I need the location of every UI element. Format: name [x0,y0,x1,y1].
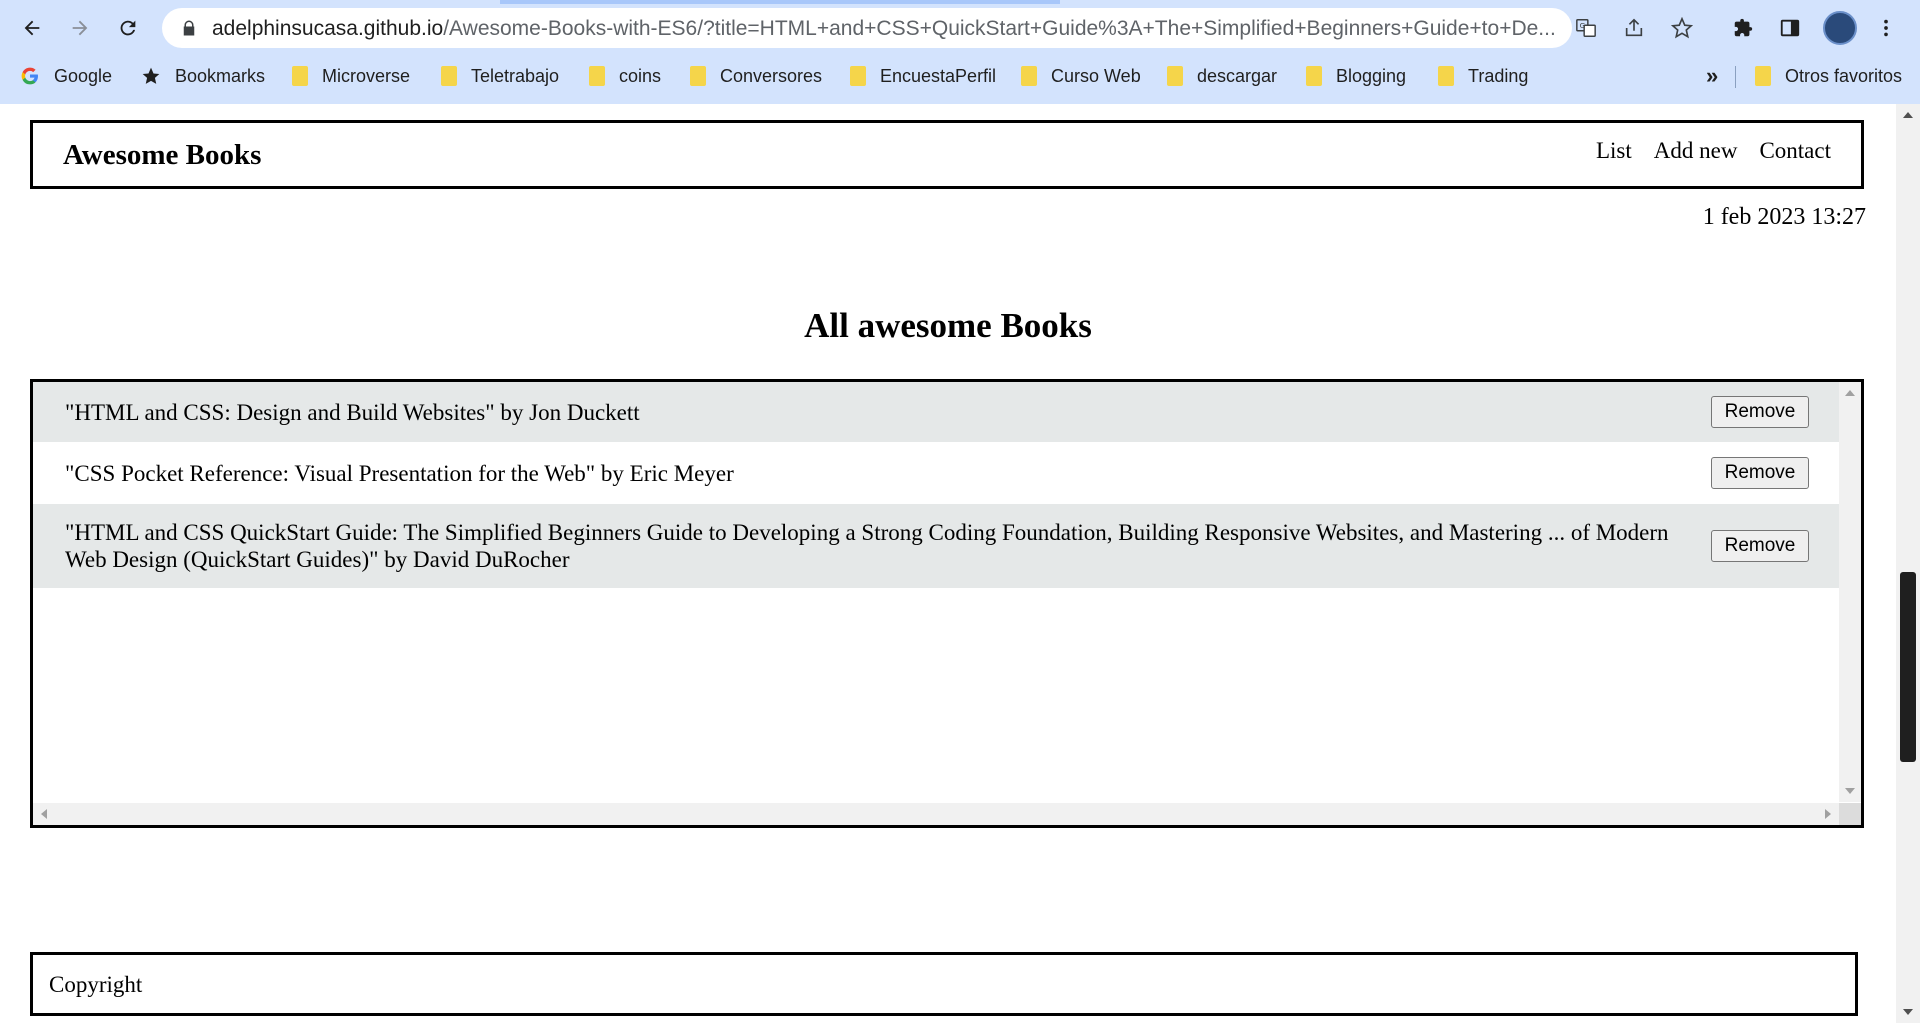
menu-kebab-icon[interactable] [1870,12,1902,44]
address-bar[interactable]: adelphinsucasa.github.io/Awesome-Books-w… [162,8,1572,48]
bookmark-folder-teletrabajo[interactable]: Teletrabajo [441,62,559,90]
bookmark-label: Curso Web [1051,65,1141,86]
page-vertical-scrollbar[interactable] [1896,104,1920,1023]
side-panel-icon[interactable] [1774,12,1806,44]
bookmark-label: EncuestaPerfil [880,65,997,86]
back-button[interactable] [14,10,50,46]
book-title: "HTML and CSS QuickStart Guide: The Simp… [65,520,1669,572]
bookmark-folder-curso-web[interactable]: Curso Web [1021,62,1141,90]
reload-icon [120,20,136,36]
book-list-horizontal-scrollbar[interactable] [33,803,1839,825]
folder-icon [441,66,457,86]
remove-button[interactable]: Remove [1711,457,1809,489]
browser-chrome: adelphinsucasa.github.io/Awesome-Books-w… [0,0,1920,104]
bookmark-label: descargar [1197,65,1278,86]
folder-icon [1438,66,1454,86]
bookmarks-divider [1735,66,1736,88]
reload-button[interactable] [110,10,146,46]
google-icon [21,67,38,85]
bookmark-google[interactable]: Google [20,62,112,90]
folder-icon [1167,66,1183,86]
profile-avatar[interactable] [1823,11,1857,45]
star-icon [142,67,160,84]
nav-link-contact[interactable]: Contact [1759,138,1831,164]
bookmark-label: Blogging [1336,65,1407,86]
forward-arrow-icon [72,20,88,36]
back-arrow-icon [24,20,40,36]
site-brand: Awesome Books [63,139,262,171]
bookmark-folder-conversores[interactable]: Conversores [690,62,822,90]
bookmark-folder-blogging[interactable]: Blogging [1306,62,1406,90]
extensions-puzzle-icon[interactable] [1727,12,1759,44]
nav-link-list[interactable]: List [1596,138,1632,164]
bookmark-folder-descargar[interactable]: descargar [1167,62,1277,90]
folder-icon [1755,66,1771,86]
page-content: Awesome Books List Add new Contact 1 feb… [0,104,1896,1023]
scroll-right-arrow-icon[interactable] [1825,809,1831,819]
book-row: "HTML and CSS: Design and Build Websites… [33,382,1839,442]
bookmarks-bar: Google Bookmarks Microverse Teletrabajo … [0,56,1920,96]
share-icon[interactable] [1621,15,1647,41]
bookmark-star-icon[interactable] [1669,15,1695,41]
bookmark-folder-microverse[interactable]: Microverse [292,62,410,90]
scroll-left-arrow-icon[interactable] [41,809,47,819]
folder-icon [850,66,866,86]
book-list-vertical-scrollbar[interactable] [1839,382,1861,802]
bookmark-folder-trading[interactable]: Trading [1438,62,1528,90]
scroll-down-arrow-icon[interactable] [1845,788,1855,794]
url-host: adelphinsucasa.github.io [212,17,444,40]
url-text[interactable]: adelphinsucasa.github.io/Awesome-Books-w… [212,17,1712,41]
folder-icon [292,66,308,86]
current-datetime: 1 feb 2023 13:27 [1702,204,1866,230]
folder-icon [589,66,605,86]
bookmarks-overflow-button[interactable]: » [1706,62,1718,90]
translate-icon[interactable]: G [1573,15,1599,41]
book-title: "HTML and CSS: Design and Build Websites… [65,399,640,425]
folder-icon [690,66,706,86]
bookmark-label: Google [54,65,113,86]
site-footer: Copyright [30,952,1858,1016]
book-title: "CSS Pocket Reference: Visual Presentati… [65,460,734,486]
site-nav: List Add new Contact [1596,138,1831,164]
remove-button[interactable]: Remove [1711,396,1809,428]
bookmark-label: Bookmarks [175,65,266,86]
book-row: "HTML and CSS QuickStart Guide: The Simp… [33,504,1839,588]
tab-strip [0,0,1920,4]
bookmark-label: Teletrabajo [471,65,560,86]
bookmark-label: Trading [1468,65,1529,86]
nav-link-add-new[interactable]: Add new [1654,138,1738,164]
bookmark-label: coins [619,65,662,86]
bookmark-label: Conversores [720,65,823,86]
url-path: /Awesome-Books-with-ES6/?title=HTML+and+… [443,17,1556,40]
bookmark-bookmarks[interactable]: Bookmarks [141,62,265,90]
site-header: Awesome Books List Add new Contact [30,120,1864,189]
book-list[interactable]: "HTML and CSS: Design and Build Websites… [30,379,1864,828]
active-tab-indicator [500,0,1060,4]
book-row: "CSS Pocket Reference: Visual Presentati… [33,442,1839,504]
page-scroll-up-arrow-icon[interactable] [1903,112,1913,118]
forward-button[interactable] [62,10,98,46]
svg-text:G: G [1580,21,1586,30]
bookmark-folder-coins[interactable]: coins [589,62,661,90]
folder-icon [1021,66,1037,86]
remove-button[interactable]: Remove [1711,530,1809,562]
bookmark-label: Microverse [322,65,411,86]
bookmark-label: Otros favoritos [1785,65,1903,86]
folder-icon [1306,66,1322,86]
page-scroll-thumb[interactable] [1900,572,1916,762]
page-title: All awesome Books [804,306,1092,345]
scrollbar-corner [1839,803,1861,825]
bookmark-folder-encuestaperfil[interactable]: EncuestaPerfil [850,62,996,90]
lock-icon[interactable] [180,19,198,37]
scroll-up-arrow-icon[interactable] [1845,390,1855,396]
bookmark-folder-otros-favoritos[interactable]: Otros favoritos [1755,62,1902,90]
footer-text: Copyright [49,972,143,997]
page-scroll-down-arrow-icon[interactable] [1903,1009,1913,1015]
